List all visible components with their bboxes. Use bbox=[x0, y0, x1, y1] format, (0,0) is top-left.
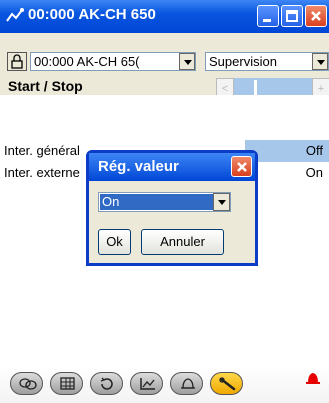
value-select[interactable]: On bbox=[98, 192, 231, 212]
window-titlebar: 00:000 AK-CH 650 bbox=[0, 0, 329, 33]
window-title: 00:000 AK-CH 650 bbox=[28, 6, 156, 23]
alarm-button[interactable] bbox=[170, 372, 203, 395]
mode-select-value: Supervision bbox=[209, 54, 277, 69]
toolbar: 00:000 AK-CH 65( Supervision Start / Sto… bbox=[0, 33, 329, 100]
lock-button[interactable] bbox=[7, 52, 27, 71]
wrench-icon bbox=[219, 377, 236, 391]
grid-icon bbox=[60, 377, 75, 390]
chat-button[interactable] bbox=[10, 372, 43, 395]
value-select-value: On bbox=[100, 194, 213, 210]
graph-icon bbox=[140, 378, 155, 390]
app-icon bbox=[6, 8, 24, 22]
alarm-indicator-icon[interactable] bbox=[304, 371, 322, 387]
parameter-value[interactable]: Off bbox=[306, 143, 323, 158]
set-value-dialog: Rég. valeur On Ok Annuler bbox=[86, 150, 258, 266]
chevron-down-icon[interactable] bbox=[213, 193, 230, 211]
dialog-close-button[interactable] bbox=[231, 156, 252, 177]
grid-button[interactable] bbox=[50, 372, 83, 395]
dialog-title: Rég. valeur bbox=[98, 158, 179, 175]
parameter-name: Inter. externe bbox=[4, 165, 80, 180]
lock-icon bbox=[11, 54, 23, 69]
alarm-bell-icon bbox=[181, 378, 195, 389]
parameter-value[interactable]: On bbox=[306, 165, 323, 180]
refresh-icon bbox=[100, 377, 113, 390]
maximize-icon bbox=[286, 10, 298, 22]
minimize-button[interactable] bbox=[257, 5, 279, 27]
close-icon bbox=[237, 162, 247, 172]
graph-button[interactable] bbox=[130, 372, 163, 395]
cancel-button[interactable]: Annuler bbox=[141, 229, 224, 255]
maximize-button[interactable] bbox=[281, 5, 303, 27]
close-icon bbox=[311, 11, 321, 21]
chevron-down-icon[interactable] bbox=[179, 53, 195, 70]
mode-select[interactable]: Supervision bbox=[205, 52, 329, 71]
device-select-value: 00:000 AK-CH 65( bbox=[34, 54, 140, 69]
minimize-icon bbox=[263, 19, 271, 22]
section-title: Start / Stop bbox=[8, 78, 83, 94]
device-select[interactable]: 00:000 AK-CH 65( bbox=[30, 52, 196, 71]
dialog-titlebar: Rég. valeur bbox=[89, 153, 255, 181]
parameter-name: Inter. général bbox=[4, 143, 80, 158]
chat-icon bbox=[19, 378, 37, 390]
bottom-navigation bbox=[0, 365, 329, 403]
close-button[interactable] bbox=[305, 5, 327, 27]
refresh-button[interactable] bbox=[90, 372, 123, 395]
service-button[interactable] bbox=[210, 372, 243, 395]
ok-button[interactable]: Ok bbox=[98, 229, 131, 255]
chevron-down-icon[interactable] bbox=[312, 53, 328, 70]
